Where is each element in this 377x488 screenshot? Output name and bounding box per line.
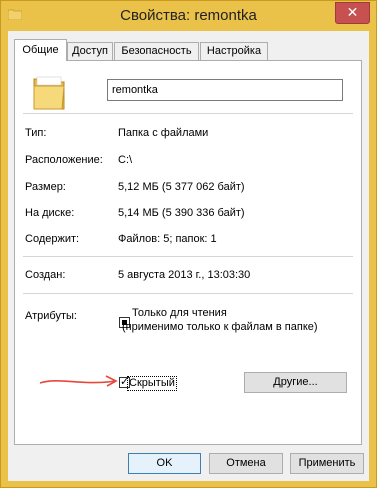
size-label: Размер: — [25, 181, 66, 193]
tab-customize[interactable]: Настройка — [200, 42, 268, 60]
divider — [23, 113, 353, 114]
apply-button[interactable]: Применить — [290, 453, 364, 474]
ok-button[interactable]: OK — [128, 453, 201, 474]
tab-general[interactable]: Общие — [14, 39, 67, 61]
type-label: Тип: — [25, 127, 47, 139]
size-on-disk-value: 5,14 МБ (5 390 336 байт) — [118, 207, 245, 219]
contains-label: Содержит: — [25, 233, 80, 245]
type-value: Папка с файлами — [118, 127, 209, 139]
tab-security[interactable]: Безопасность — [114, 42, 199, 60]
window-title: Свойства: remontka — [120, 7, 257, 24]
readonly-label-line2: (применимо только к файлам в папке) — [122, 321, 318, 333]
divider — [23, 293, 353, 294]
title-bar[interactable]: Свойства: remontka ✕ — [1, 1, 376, 31]
readonly-label-line1: Только для чтения — [132, 307, 227, 319]
tab-sharing[interactable]: Доступ — [67, 42, 113, 60]
properties-window: Свойства: remontka ✕ Общие Доступ Безопа… — [0, 0, 377, 488]
contains-value: Файлов: 5; папок: 1 — [118, 233, 217, 245]
close-button[interactable]: ✕ — [335, 2, 370, 24]
folder-name-input[interactable]: remontka — [107, 79, 343, 101]
location-label: Расположение: — [25, 154, 103, 166]
size-value: 5,12 МБ (5 377 062 байт) — [118, 181, 245, 193]
created-label: Создан: — [25, 269, 66, 281]
folder-icon — [33, 76, 65, 110]
size-on-disk-label: На диске: — [25, 207, 75, 219]
location-value: C:\ — [118, 154, 133, 166]
dialog-client: Общие Доступ Безопасность Настройка remo… — [8, 31, 369, 481]
annotation-arrow-icon — [39, 375, 118, 387]
hidden-label[interactable]: Скрытый — [127, 376, 177, 391]
general-panel: remontka Тип: Папка с файлами Расположен… — [14, 60, 362, 445]
advanced-button[interactable]: Другие... — [244, 372, 347, 393]
divider — [23, 256, 353, 257]
created-value: 5 августа 2013 г., 13:03:30 — [118, 269, 251, 281]
attributes-label: Атрибуты: — [25, 310, 77, 322]
cancel-button[interactable]: Отмена — [209, 453, 283, 474]
